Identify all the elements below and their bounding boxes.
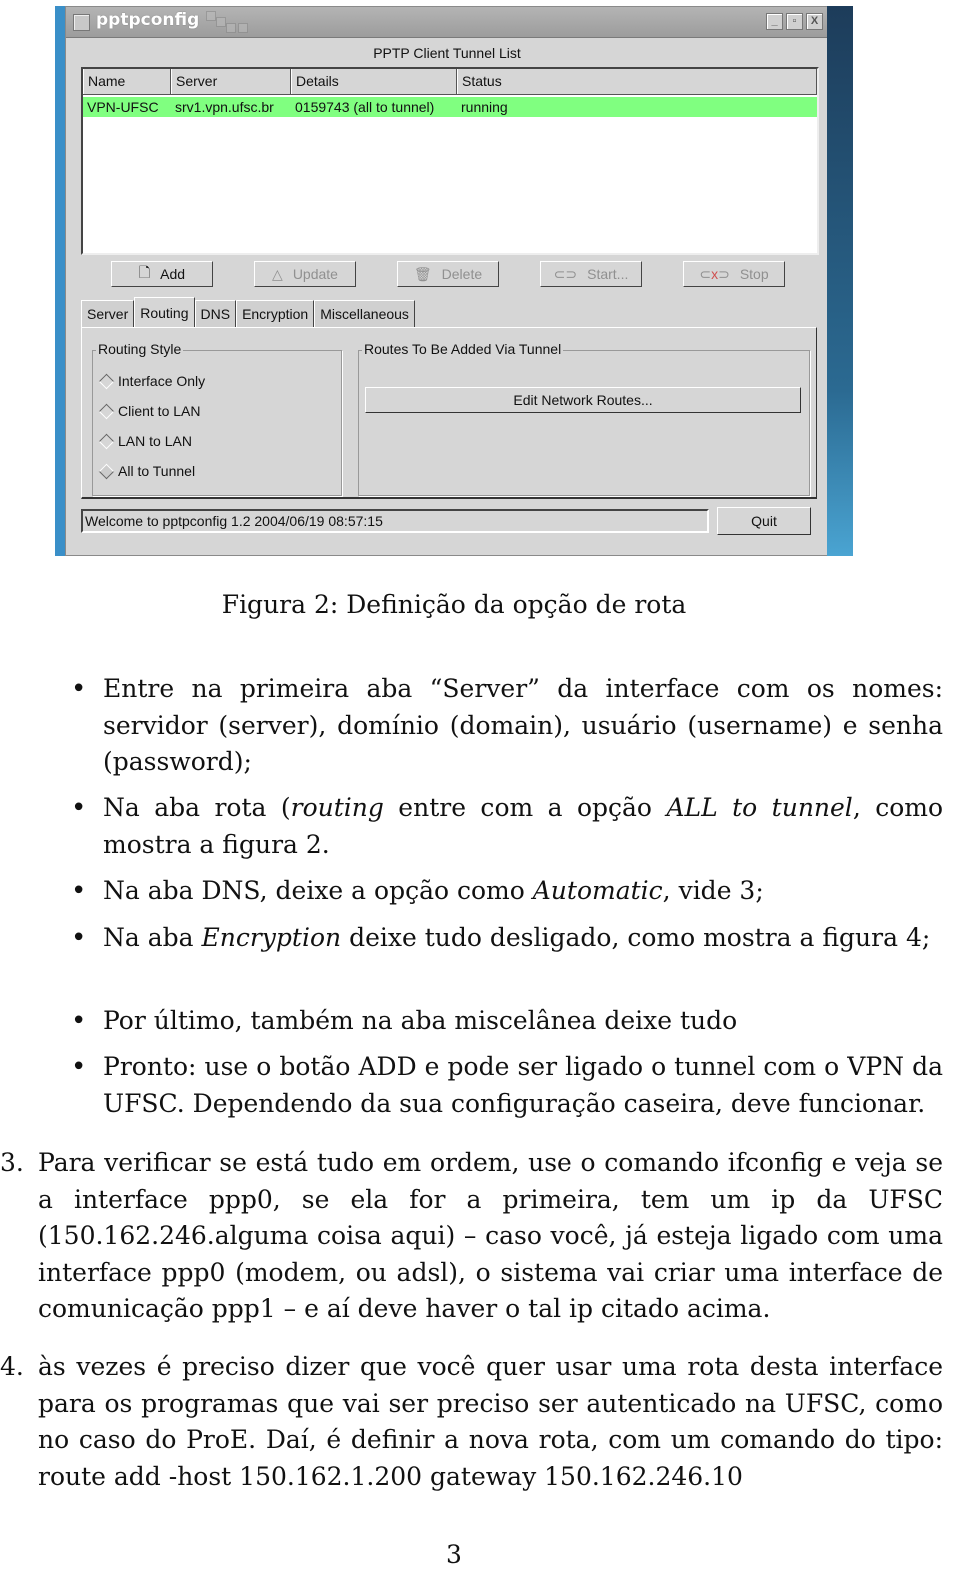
- tab-bar: Server Routing DNS Encryption Miscellane…: [81, 297, 415, 328]
- trash-icon: 🗑: [413, 265, 432, 282]
- maximize-button[interactable]: ▫: [786, 13, 803, 30]
- minimize-button[interactable]: _: [766, 13, 783, 30]
- update-label: Update: [292, 266, 338, 282]
- radio-label: Interface Only: [118, 373, 206, 389]
- bullet-item: Por último, também na aba miscelânea dei…: [71, 1003, 943, 1040]
- triangle-icon: △: [272, 265, 283, 282]
- quit-button[interactable]: Quit: [717, 507, 811, 535]
- cell-name: VPN-UFSC: [87, 99, 159, 115]
- bullet-item: Pronto: use o botão ADD e pode ser ligad…: [71, 1049, 943, 1122]
- tunnel-list-header: Name Server Details Status: [83, 69, 817, 95]
- tab-miscellaneous[interactable]: Miscellaneous: [314, 300, 415, 327]
- cell-server: srv1.vpn.ufsc.br: [175, 99, 274, 115]
- add-label: Add: [160, 266, 186, 282]
- column-header-server[interactable]: Server: [171, 69, 291, 94]
- radio-interface-only[interactable]: Interface Only: [98, 373, 206, 389]
- figure-caption: Figura 2: Definição da opção de rota: [221, 590, 687, 619]
- cell-status: running: [461, 99, 508, 115]
- item-number: 3.: [0, 1148, 24, 1177]
- radio-selected-icon: [98, 463, 115, 479]
- new-document-icon: 🗋: [138, 264, 151, 280]
- radio-all-to-tunnel[interactable]: All to Tunnel: [98, 463, 196, 479]
- cell-details: 0159743 (all to tunnel): [295, 99, 435, 115]
- column-header-details[interactable]: Details: [291, 69, 457, 94]
- routing-style-label: Routing Style: [96, 341, 184, 357]
- bullet-text: Entre na primeira aba “Server” da interf…: [103, 674, 943, 776]
- radio-label: LAN to LAN: [118, 433, 192, 449]
- add-button[interactable]: 🗋 Add: [111, 261, 213, 287]
- title-decoration-icon: [206, 11, 266, 35]
- bullet-item: Na aba rota (routing entre com a opção A…: [71, 790, 943, 863]
- tab-encryption[interactable]: Encryption: [236, 300, 315, 327]
- close-button[interactable]: X: [806, 13, 823, 30]
- bullet-emphasis: ALL to tunnel: [666, 793, 853, 822]
- routes-group-label: Routes To Be Added Via Tunnel: [362, 341, 564, 357]
- bullet-text: Pronto: use o botão ADD e pode ser ligad…: [103, 1052, 943, 1118]
- bullet-emphasis: Encryption: [201, 923, 342, 952]
- bullet-text: Por último, também na aba miscelânea dei…: [103, 1006, 738, 1035]
- stop-button[interactable]: ⊂x⊃ Stop: [683, 261, 785, 287]
- tunnel-list-title: PPTP Client Tunnel List: [373, 45, 521, 61]
- bullet-text: , vide 3;: [662, 876, 764, 905]
- plug-connect-icon: ⊂⊃: [553, 265, 578, 282]
- routes-group: Routes To Be Added Via Tunnel Edit Netwo…: [358, 341, 810, 496]
- delete-label: Delete: [441, 266, 483, 282]
- radio-indicator-icon: [98, 433, 115, 449]
- item-number: 4.: [0, 1352, 24, 1381]
- radio-client-to-lan[interactable]: Client to LAN: [98, 403, 201, 419]
- tab-routing[interactable]: Routing: [134, 297, 195, 328]
- numbered-item: 3. Para verificar se está tudo em ordem,…: [0, 1145, 943, 1328]
- bullet-item: Na aba Encryption deixe tudo desligado, …: [71, 920, 943, 957]
- window-title: pptpconfig: [96, 10, 200, 30]
- tab-dns[interactable]: DNS: [194, 300, 237, 327]
- radio-label: All to Tunnel: [118, 463, 196, 479]
- edit-network-routes-button[interactable]: Edit Network Routes...: [365, 387, 801, 413]
- tab-server[interactable]: Server: [81, 300, 135, 327]
- delete-button[interactable]: 🗑 Delete: [397, 261, 499, 287]
- stop-label: Stop: [739, 266, 769, 282]
- bullet-text: deixe tudo desligado, como mostra a figu…: [341, 923, 931, 952]
- bullet-text: Na aba rota (: [103, 793, 291, 822]
- bullet-emphasis: routing: [290, 793, 384, 822]
- pptpconfig-window: pptpconfig _ ▫ X PPTP Client Tunnel List…: [65, 6, 829, 556]
- window-menu-icon[interactable]: [73, 14, 90, 31]
- bullet-emphasis: Automatic: [532, 876, 663, 905]
- update-button[interactable]: △ Update: [254, 261, 356, 287]
- radio-label: Client to LAN: [118, 403, 201, 419]
- status-bar: Welcome to pptpconfig 1.2 2004/06/19 08:…: [81, 509, 709, 533]
- table-row[interactable]: VPN-UFSC srv1.vpn.ufsc.br 0159743 (all t…: [83, 97, 817, 117]
- start-button[interactable]: ⊂⊃ Start...: [540, 261, 642, 287]
- numbered-item: 4. às vezes é preciso dizer que você que…: [0, 1349, 943, 1495]
- routing-style-group: Routing Style Interface Only Client to L…: [92, 341, 342, 496]
- bullet-item: Na aba DNS, deixe a opção como Automatic…: [71, 873, 943, 910]
- tunnel-list[interactable]: Name Server Details Status VPN-UFSC srv1…: [81, 67, 819, 255]
- start-label: Start...: [587, 266, 629, 282]
- radio-indicator-icon: [98, 373, 115, 389]
- radio-lan-to-lan[interactable]: LAN to LAN: [98, 433, 192, 449]
- bullet-text: entre com a opção: [383, 793, 667, 822]
- column-header-name[interactable]: Name: [83, 69, 171, 94]
- item-text: às vezes é preciso dizer que você quer u…: [38, 1352, 943, 1491]
- bullet-text: Na aba DNS, deixe a opção como: [103, 876, 533, 905]
- figure-screenshot: pptpconfig _ ▫ X PPTP Client Tunnel List…: [55, 6, 853, 556]
- title-bar[interactable]: pptpconfig _ ▫ X: [66, 7, 828, 38]
- page-number: 3: [446, 1540, 462, 1569]
- bullet-text: Na aba: [103, 923, 202, 952]
- plug-disconnect-icon: ⊂x⊃: [699, 265, 730, 282]
- bullet-item: Entre na primeira aba “Server” da interf…: [71, 671, 943, 781]
- routing-tab-panel: Routing Style Interface Only Client to L…: [81, 327, 817, 499]
- radio-indicator-icon: [98, 403, 115, 419]
- item-text: Para verificar se está tudo em ordem, us…: [38, 1148, 943, 1323]
- column-header-status[interactable]: Status: [457, 69, 817, 94]
